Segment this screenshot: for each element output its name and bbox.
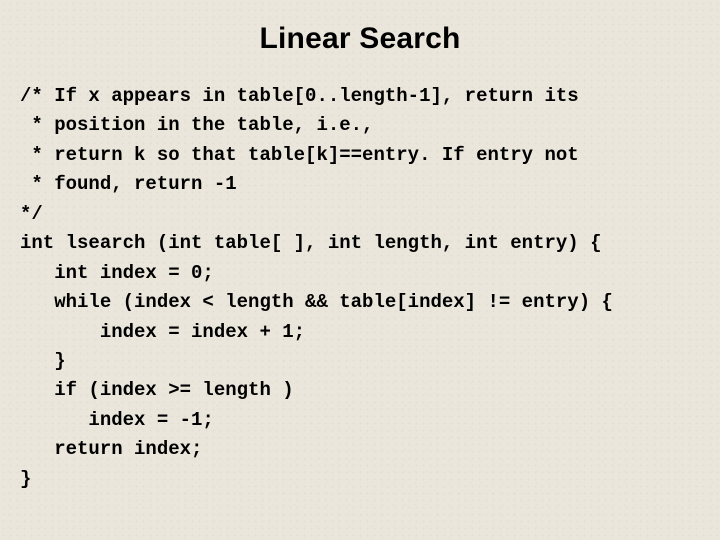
slide: Linear Search /* If x appears in table[0… <box>0 0 720 540</box>
code-block: /* If x appears in table[0..length-1], r… <box>20 82 700 494</box>
page-title: Linear Search <box>20 22 700 56</box>
